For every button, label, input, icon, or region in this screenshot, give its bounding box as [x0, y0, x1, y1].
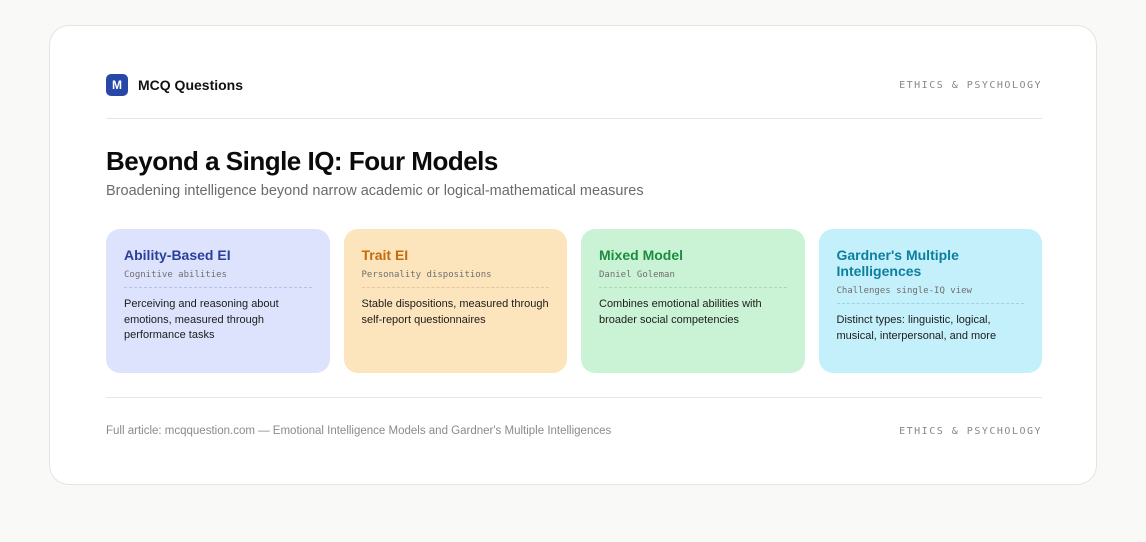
- model-card-trait-ei: Trait EI Personality dispositions Stable…: [343, 229, 567, 373]
- footer-article-link[interactable]: Full article: mcqquestion.com — Emotiona…: [106, 425, 611, 437]
- brand-logo: M: [106, 74, 128, 96]
- brand-name: MCQ Questions: [138, 77, 244, 93]
- footer: Full article: mcqquestion.com — Emotiona…: [106, 423, 1042, 439]
- footer-divider: [106, 397, 1042, 398]
- model-description: Stable dispositions, measured through se…: [361, 298, 549, 326]
- header-category-tag: ETHICS & PSYCHOLOGY: [899, 79, 1042, 91]
- model-subtitle: Cognitive abilities: [124, 270, 227, 280]
- models-grid: Ability-Based EI Cognitive abilities Per…: [106, 229, 1042, 373]
- page-subtitle: Broadening intelligence beyond narrow ac…: [106, 183, 644, 199]
- content-card: M MCQ Questions ETHICS & PSYCHOLOGY Beyo…: [49, 25, 1097, 485]
- model-divider: [836, 303, 1024, 304]
- model-card-mixed-model: Mixed Model Daniel Goleman Combines emot…: [581, 229, 805, 373]
- model-divider: [124, 287, 312, 288]
- model-name: Gardner's Multiple Intelligences: [836, 247, 959, 279]
- model-divider: [599, 287, 787, 288]
- model-card-gardner: Gardner's Multiple Intelligences Challen…: [818, 229, 1042, 373]
- model-description: Distinct types: linguistic, logical, mus…: [836, 314, 997, 342]
- model-subtitle: Challenges single-IQ view: [836, 286, 972, 296]
- model-name: Ability-Based EI: [124, 247, 231, 263]
- model-card-ability-ei: Ability-Based EI Cognitive abilities Per…: [106, 229, 330, 373]
- model-name: Mixed Model: [599, 247, 684, 263]
- footer-category-tag: ETHICS & PSYCHOLOGY: [899, 425, 1042, 437]
- model-name: Trait EI: [361, 247, 409, 263]
- model-description: Perceiving and reasoning about emotions,…: [124, 298, 279, 341]
- model-subtitle: Daniel Goleman: [599, 270, 675, 280]
- card-inner: M MCQ Questions ETHICS & PSYCHOLOGY Beyo…: [106, 26, 1042, 484]
- model-divider: [361, 287, 549, 288]
- header: M MCQ Questions ETHICS & PSYCHOLOGY: [106, 74, 1042, 96]
- model-description: Combines emotional abilities with broade…: [599, 298, 762, 326]
- header-divider: [106, 118, 1042, 119]
- brand[interactable]: M MCQ Questions: [106, 74, 243, 96]
- page-title: Beyond a Single IQ: Four Models: [106, 146, 498, 176]
- model-subtitle: Personality dispositions: [361, 270, 492, 280]
